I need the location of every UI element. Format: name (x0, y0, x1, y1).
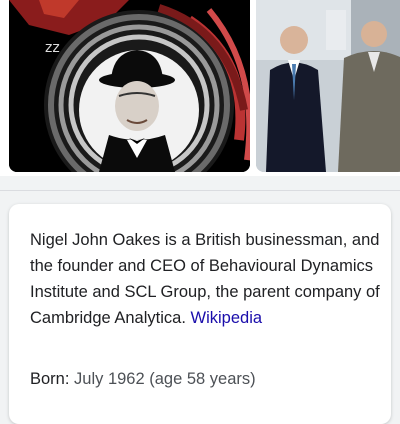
section-divider (0, 190, 400, 191)
image-tile-street-photo[interactable] (256, 0, 400, 172)
born-fact-row: Born: July 1962 (age 58 years) (30, 370, 256, 389)
born-value: July 1962 (age 58 years) (74, 370, 256, 388)
born-label: Born: (30, 370, 70, 388)
wikipedia-link[interactable]: Wikipedia (191, 309, 263, 327)
knowledge-panel-card: Nigel John Oakes is a British businessma… (9, 204, 391, 424)
image-carousel: zz (0, 0, 400, 176)
svg-text:zz: zz (45, 40, 60, 56)
image-tile-bond-style-portrait[interactable]: zz (9, 0, 250, 172)
portrait-image: zz (9, 0, 250, 172)
description-text: Nigel John Oakes is a British businessma… (30, 227, 380, 331)
street-photo-image (256, 0, 400, 172)
